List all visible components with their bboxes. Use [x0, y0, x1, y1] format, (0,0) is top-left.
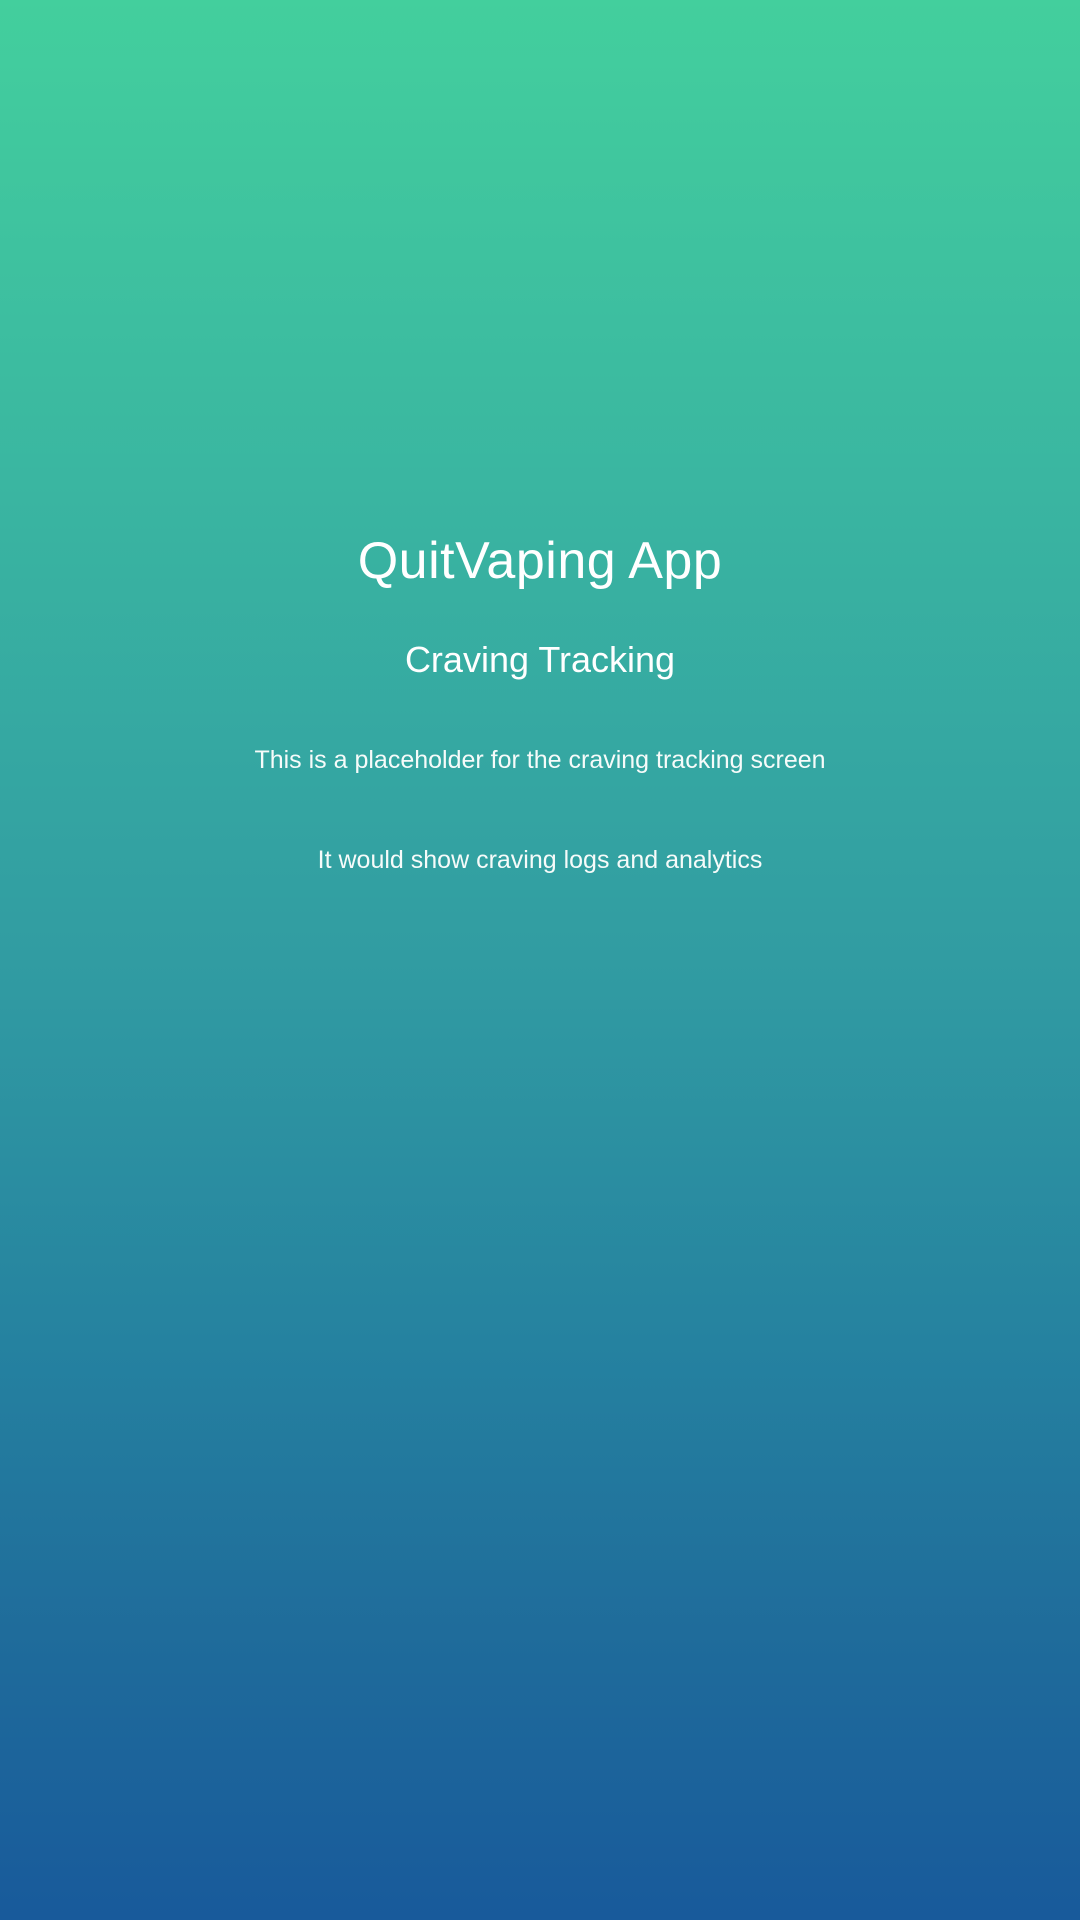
app-title: QuitVaping App [357, 532, 723, 590]
placeholder-description: This is a placeholder for the craving tr… [254, 746, 826, 774]
placeholder-details: It would show craving logs and analytics [317, 846, 763, 874]
craving-tracking-screen: QuitVaping App Craving Tracking This is … [0, 0, 1080, 1920]
screen-title: Craving Tracking [404, 639, 676, 680]
